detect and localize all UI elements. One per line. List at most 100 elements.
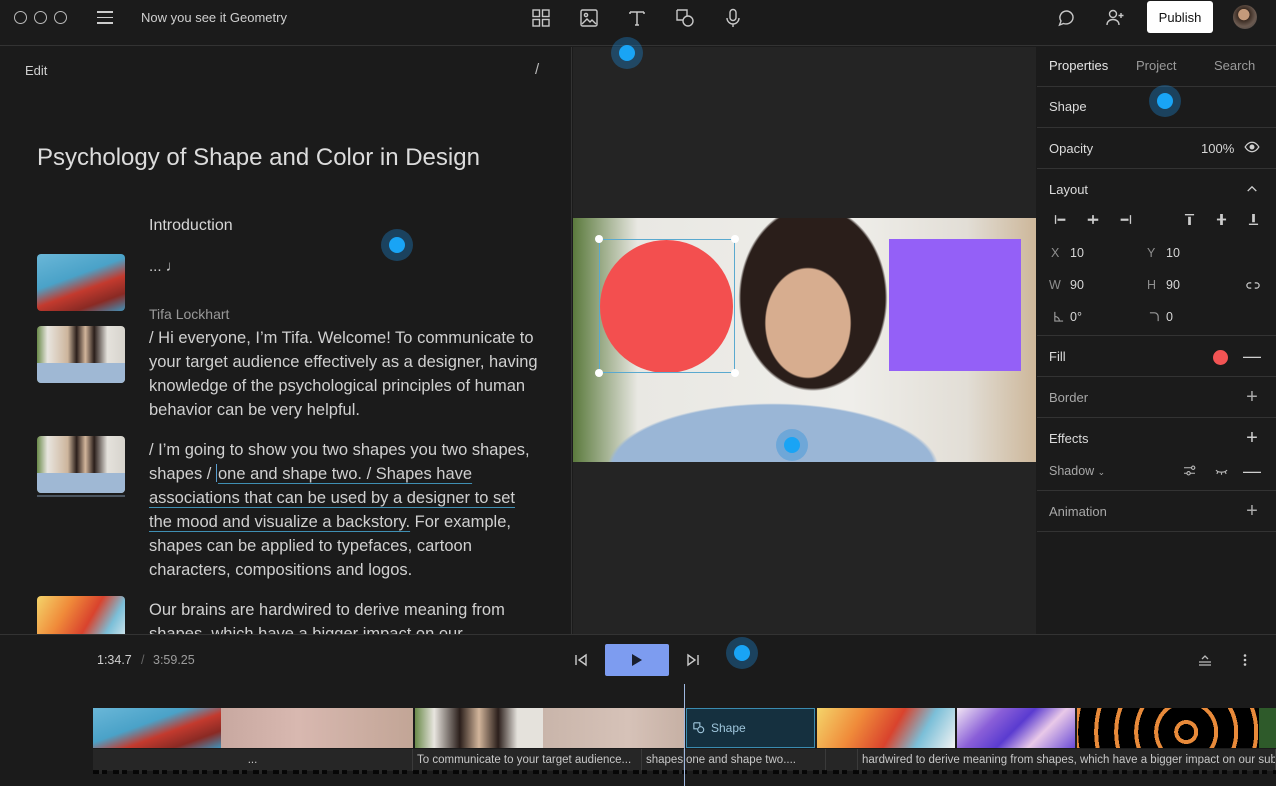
scene-thumbnail[interactable]	[37, 326, 125, 383]
user-avatar[interactable]	[1233, 5, 1257, 29]
publish-button[interactable]: Publish	[1147, 1, 1213, 33]
align-bottom-icon[interactable]	[1244, 213, 1262, 230]
hide-effect-icon[interactable]	[1212, 464, 1230, 480]
shape-timeline-clip[interactable]: Shape	[686, 708, 815, 748]
align-middle-vertical-icon[interactable]	[1212, 213, 1230, 230]
rotation-icon	[1049, 310, 1067, 326]
shapes-icon[interactable]	[674, 7, 696, 29]
timeline-clip[interactable]	[1077, 708, 1259, 748]
script-paragraph[interactable]: / Hi everyone, I’m Tifa. Welcome! To com…	[149, 326, 539, 422]
timeline-clip[interactable]	[1259, 708, 1276, 748]
document-heading[interactable]: Psychology of Shape and Color in Design	[37, 144, 480, 172]
y-input[interactable]: 10	[1166, 246, 1180, 260]
scene-thumbnail[interactable]	[37, 254, 125, 311]
add-effect-icon[interactable]: +	[1243, 428, 1261, 448]
opacity-label: Opacity	[1049, 141, 1094, 156]
caption-segment[interactable]	[826, 749, 858, 771]
timeline-clip[interactable]	[543, 708, 685, 748]
script-paragraph[interactable]: / I’m going to show you two shapes you t…	[149, 438, 539, 582]
fill-label: Fill	[1049, 349, 1066, 364]
script-editor-panel: Edit / Psychology of Shape and Color in …	[0, 47, 572, 634]
align-center-horizontal-icon[interactable]	[1084, 213, 1102, 229]
cursor-indicator	[1149, 85, 1181, 117]
remove-effect-icon[interactable]: —	[1243, 462, 1261, 480]
caption-segment[interactable]: To communicate to your target audience..…	[413, 749, 642, 771]
skip-back-icon[interactable]	[574, 653, 588, 667]
add-animation-icon[interactable]: +	[1243, 501, 1261, 521]
cursor-indicator	[726, 637, 758, 669]
layout-section: Layout X 10 Y 10 W 90 H 90 0° 0	[1037, 169, 1276, 336]
image-icon[interactable]	[578, 7, 600, 29]
layout-grid-icon[interactable]	[530, 7, 552, 29]
script-paragraph[interactable]: Our brains are hardwired to derive meani…	[149, 598, 539, 634]
video-preview[interactable]	[573, 218, 1036, 462]
sliders-icon[interactable]	[1180, 464, 1198, 480]
caption-segment[interactable]: hardwired to derive meaning from shapes,…	[858, 749, 1276, 771]
scene-placeholder-text[interactable]: ... ♩	[149, 258, 181, 275]
y-label: Y	[1147, 246, 1156, 260]
section-heading[interactable]: Introduction	[149, 217, 233, 235]
fill-color-swatch[interactable]	[1213, 350, 1228, 365]
timeline-clip[interactable]	[93, 708, 221, 748]
tab-project[interactable]: Project	[1136, 58, 1176, 73]
caption-segment[interactable]: one and shape two....	[684, 749, 826, 771]
link-dimensions-icon[interactable]	[1244, 278, 1262, 294]
timeline-clip[interactable]	[957, 708, 1075, 748]
width-input[interactable]: 90	[1070, 278, 1084, 292]
align-top-icon[interactable]	[1180, 213, 1198, 230]
speaker-label[interactable]: Tifa Lockhart	[149, 306, 229, 322]
caption-segment[interactable]: ...	[93, 749, 413, 771]
purple-square-shape[interactable]	[889, 239, 1021, 371]
resize-handle[interactable]	[731, 369, 739, 377]
playhead[interactable]	[684, 684, 685, 786]
caption-segment[interactable]: shapes	[642, 749, 684, 771]
edit-mode-label[interactable]: Edit	[25, 63, 47, 78]
timeline-clip[interactable]	[817, 708, 955, 748]
x-input[interactable]: 10	[1070, 246, 1084, 260]
speech-bubble-icon[interactable]	[1056, 7, 1078, 29]
resize-handle[interactable]	[595, 369, 603, 377]
corner-radius-input[interactable]: 0	[1166, 310, 1173, 324]
document-title[interactable]: Now you see it Geometry	[141, 10, 287, 25]
window-minimize-button[interactable]	[34, 11, 47, 24]
text-icon[interactable]	[626, 7, 648, 29]
cursor-indicator	[381, 229, 413, 261]
timeline-clip[interactable]	[221, 708, 413, 748]
cursor-indicator	[776, 429, 808, 461]
resize-handle[interactable]	[731, 235, 739, 243]
window-close-button[interactable]	[14, 11, 27, 24]
border-row: Border +	[1037, 377, 1276, 418]
play-button[interactable]	[605, 644, 669, 676]
chevron-up-icon[interactable]	[1243, 181, 1261, 197]
cursor-indicator	[611, 37, 643, 69]
add-user-icon[interactable]	[1104, 7, 1126, 29]
remove-fill-icon[interactable]: —	[1243, 347, 1261, 365]
layout-label: Layout	[1049, 182, 1089, 197]
opacity-row: Opacity 100%	[1037, 128, 1276, 169]
tab-properties[interactable]: Properties	[1049, 58, 1108, 73]
skip-forward-icon[interactable]	[686, 653, 700, 667]
height-input[interactable]: 90	[1166, 278, 1180, 292]
more-options-icon[interactable]	[1238, 653, 1252, 667]
rotation-input[interactable]: 0°	[1070, 310, 1082, 324]
menu-icon[interactable]	[97, 11, 113, 25]
x-label: X	[1051, 246, 1060, 260]
thumbnail-progress	[37, 495, 125, 497]
align-right-icon[interactable]	[1116, 213, 1134, 229]
add-border-icon[interactable]: +	[1243, 387, 1261, 407]
microphone-icon[interactable]	[722, 7, 744, 29]
collapse-timeline-icon[interactable]	[1198, 653, 1212, 667]
selection-box[interactable]	[599, 239, 735, 373]
resize-handle[interactable]	[595, 235, 603, 243]
shadow-dropdown[interactable]: Shadow ⌄	[1049, 464, 1105, 478]
eye-icon[interactable]	[1243, 141, 1261, 157]
slash-command-button[interactable]: /	[535, 61, 539, 78]
align-left-icon[interactable]	[1052, 213, 1070, 229]
opacity-value[interactable]: 100%	[1201, 141, 1234, 156]
window-maximize-button[interactable]	[54, 11, 67, 24]
properties-panel: Properties Project Search Shape Opacity …	[1037, 47, 1276, 634]
timeline-clip[interactable]	[415, 708, 543, 748]
tab-search[interactable]: Search	[1214, 58, 1255, 73]
scene-thumbnail[interactable]	[37, 436, 125, 493]
scene-thumbnail[interactable]	[37, 596, 125, 634]
